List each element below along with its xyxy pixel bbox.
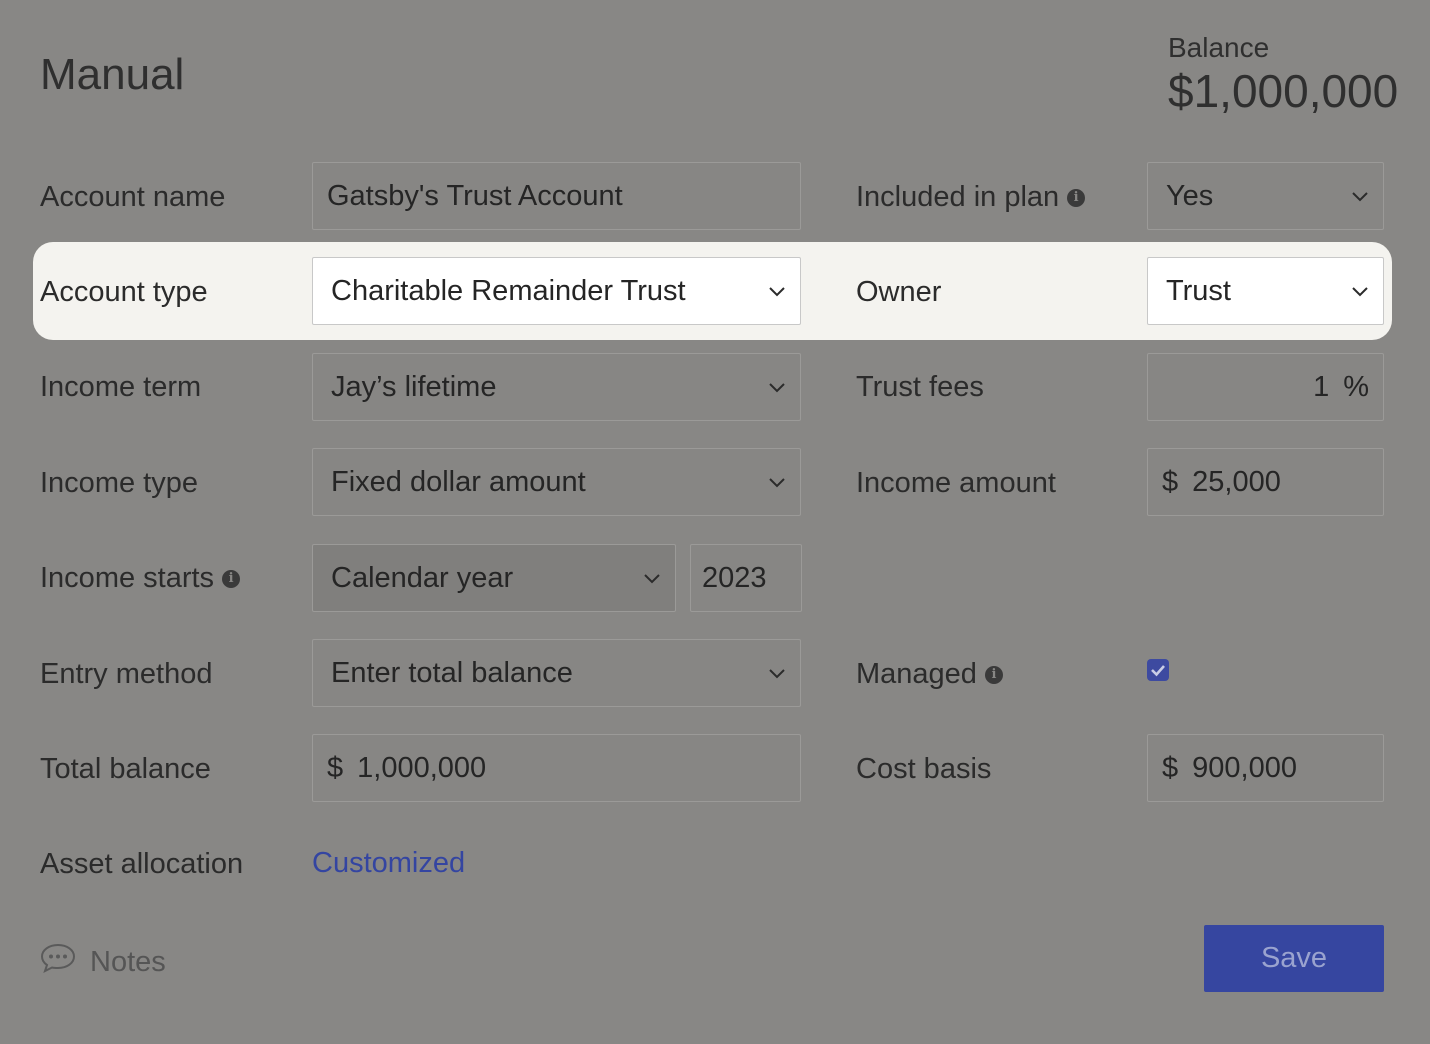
asset-allocation-label: Asset allocation [40,848,244,880]
speech-bubble-icon [40,942,76,982]
income-type-select[interactable]: Fixed dollar amount [312,448,801,516]
included-in-plan-label: Included in plan i [856,180,1086,214]
save-button[interactable]: Save [1204,925,1384,992]
income-starts-value: Calendar year [331,561,514,594]
income-type-label: Income type [40,467,198,499]
owner-label: Owner [856,276,942,308]
chevron-down-icon [768,473,786,491]
income-start-year-input[interactable]: 2023 [690,544,802,612]
notes-label: Notes [90,945,166,978]
entry-method-select[interactable]: Enter total balance [312,639,801,707]
trust-fees-label: Trust fees [856,371,984,403]
currency-prefix: $ [1162,465,1179,498]
balance-value: $1,000,000 [1168,65,1399,117]
cost-basis-input[interactable]: $ 900,000 [1147,734,1384,802]
chevron-down-icon [768,378,786,396]
total-balance-value: 1,000,000 [357,751,487,784]
chevron-down-icon [1351,282,1369,300]
included-in-plan-select[interactable]: Yes [1147,162,1384,230]
chevron-down-icon [768,664,786,682]
total-balance-label: Total balance [40,753,211,785]
managed-text: Managed [856,658,977,690]
account-type-label: Account type [40,276,208,308]
income-start-year-value: 2023 [702,561,767,594]
income-starts-label: Income starts i [40,561,241,595]
check-icon [1151,665,1165,677]
page-title: Manual [40,50,185,99]
chevron-down-icon [768,282,786,300]
chevron-down-icon [643,569,661,587]
account-type-select[interactable]: Charitable Remainder Trust [312,257,801,325]
income-term-label: Income term [40,371,202,403]
included-in-plan-value: Yes [1166,179,1214,212]
currency-prefix: $ [1162,751,1179,784]
account-name-value: Gatsby's Trust Account [327,179,623,212]
income-term-value: Jay’s lifetime [331,370,497,403]
entry-method-label: Entry method [40,658,213,690]
managed-checkbox[interactable] [1147,659,1169,681]
income-amount-label: Income amount [856,467,1056,499]
asset-allocation-link[interactable]: Customized [312,847,465,880]
info-icon[interactable]: i [1067,189,1086,208]
trust-fees-input[interactable]: 1 % [1147,353,1384,421]
managed-label: Managed i [856,657,1003,691]
cost-basis-label: Cost basis [856,753,992,785]
balance-label: Balance [1168,32,1270,63]
account-name-input[interactable]: Gatsby's Trust Account [312,162,801,230]
chevron-down-icon [1351,187,1369,205]
owner-value: Trust [1166,274,1231,307]
income-amount-value: 25,000 [1192,465,1281,498]
info-icon[interactable]: i [222,570,241,589]
income-starts-select[interactable]: Calendar year [312,544,676,612]
cost-basis-value: 900,000 [1192,751,1297,784]
owner-select[interactable]: Trust [1147,257,1384,325]
trust-fees-value: 1 [1313,370,1330,403]
account-type-value: Charitable Remainder Trust [331,274,686,307]
income-amount-input[interactable]: $ 25,000 [1147,448,1384,516]
income-type-value: Fixed dollar amount [331,465,586,498]
percent-suffix: % [1343,370,1369,403]
included-in-plan-text: Included in plan [856,181,1060,213]
total-balance-input[interactable]: $ 1,000,000 [312,734,801,802]
income-term-select[interactable]: Jay’s lifetime [312,353,801,421]
income-starts-text: Income starts [40,562,215,594]
account-name-label: Account name [40,181,226,213]
info-icon[interactable]: i [984,666,1003,685]
currency-prefix: $ [327,751,344,784]
notes-button[interactable]: Notes [40,942,166,982]
entry-method-value: Enter total balance [331,656,573,689]
